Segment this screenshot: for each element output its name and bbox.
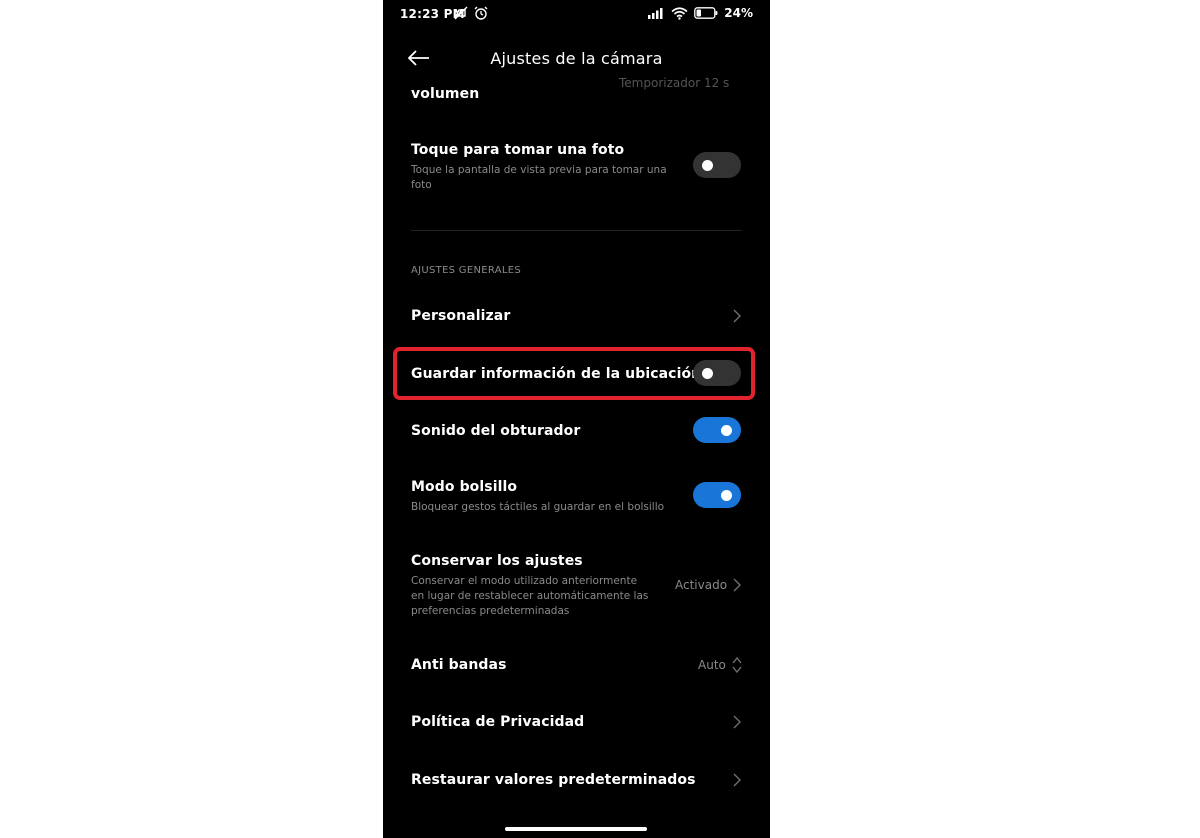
partial-row-value: Temporizador 12 s — [619, 76, 730, 90]
home-indicator — [505, 827, 647, 831]
restore-title: Restaurar valores predeterminados — [411, 772, 696, 788]
status-left-icons — [453, 6, 488, 20]
chevron-right-icon — [733, 309, 741, 323]
preserve-value: Activado — [675, 578, 728, 592]
status-right-icons: 24% — [647, 6, 753, 20]
pocket-toggle[interactable] — [693, 482, 741, 508]
phone-screen: 12:23 PM 24% Ajustes de la cámara volume… — [383, 0, 770, 838]
setting-row-location[interactable]: Guardar información de la ubicación — [383, 352, 770, 396]
tap-photo-toggle[interactable] — [693, 152, 741, 178]
toggle-knob — [702, 368, 713, 379]
setting-row-shutter-sound[interactable]: Sonido del obturador — [383, 409, 770, 453]
tap-photo-subtitle-line2: foto — [411, 179, 432, 191]
toggle-knob — [721, 425, 732, 436]
setting-row-restore[interactable]: Restaurar valores predeterminados — [383, 758, 770, 802]
shutter-toggle[interactable] — [693, 417, 741, 443]
chevron-right-icon — [733, 773, 741, 787]
preserve-subtitle: Conservar el modo utilizado anteriorment… — [411, 574, 661, 619]
location-title: Guardar información de la ubicación — [411, 366, 702, 382]
battery-icon — [694, 7, 718, 19]
status-bar: 12:23 PM 24% — [383, 0, 770, 30]
preserve-title: Conservar los ajustes — [411, 553, 583, 569]
preserve-subtitle-line1: Conservar el modo utilizado anteriorment… — [411, 575, 638, 587]
section-header-general: AJUSTES GENERALES — [411, 265, 521, 276]
setting-row-antibanding[interactable]: Anti bandas Auto — [383, 643, 770, 687]
chevron-up-down-icon — [732, 656, 742, 674]
mute-icon — [454, 6, 468, 20]
chevron-right-icon — [733, 578, 741, 592]
location-toggle[interactable] — [693, 360, 741, 386]
partial-row-title: volumen — [411, 86, 480, 102]
app-header: Ajustes de la cámara — [383, 38, 770, 80]
tap-photo-subtitle: Toque la pantalla de vista previa para t… — [411, 163, 671, 193]
privacy-title: Política de Privacidad — [411, 714, 585, 730]
setting-row-tap-photo[interactable]: Toque para tomar una foto Toque la panta… — [383, 130, 770, 210]
setting-row-preserve[interactable]: Conservar los ajustes Conservar el modo … — [383, 540, 770, 624]
pocket-subtitle: Bloquear gestos táctiles al guardar en e… — [411, 501, 665, 513]
toggle-knob — [721, 490, 732, 501]
section-divider — [411, 230, 742, 231]
personalizar-title: Personalizar — [411, 308, 511, 324]
setting-row-pocket-mode[interactable]: Modo bolsillo Bloquear gestos táctiles a… — [383, 468, 770, 524]
battery-level: 24% — [724, 6, 753, 20]
setting-row-privacy[interactable]: Política de Privacidad — [383, 700, 770, 744]
antibanding-title: Anti bandas — [411, 657, 507, 673]
page-title: Ajustes de la cámara — [490, 49, 663, 68]
antibanding-value: Auto — [698, 658, 726, 672]
alarm-icon — [474, 6, 488, 20]
preserve-subtitle-line2: en lugar de restablecer automáticamente … — [411, 590, 649, 602]
shutter-title: Sonido del obturador — [411, 423, 581, 439]
toggle-knob — [702, 160, 713, 171]
tap-photo-subtitle-line1: Toque la pantalla de vista previa para t… — [411, 164, 667, 176]
tap-photo-title: Toque para tomar una foto — [411, 142, 625, 158]
wifi-icon — [671, 6, 688, 20]
pocket-title: Modo bolsillo — [411, 479, 518, 495]
chevron-right-icon — [733, 715, 741, 729]
setting-row-personalizar[interactable]: Personalizar — [383, 293, 770, 339]
signal-icon — [648, 8, 663, 19]
preserve-subtitle-line3: preferencias predeterminadas — [411, 605, 570, 617]
